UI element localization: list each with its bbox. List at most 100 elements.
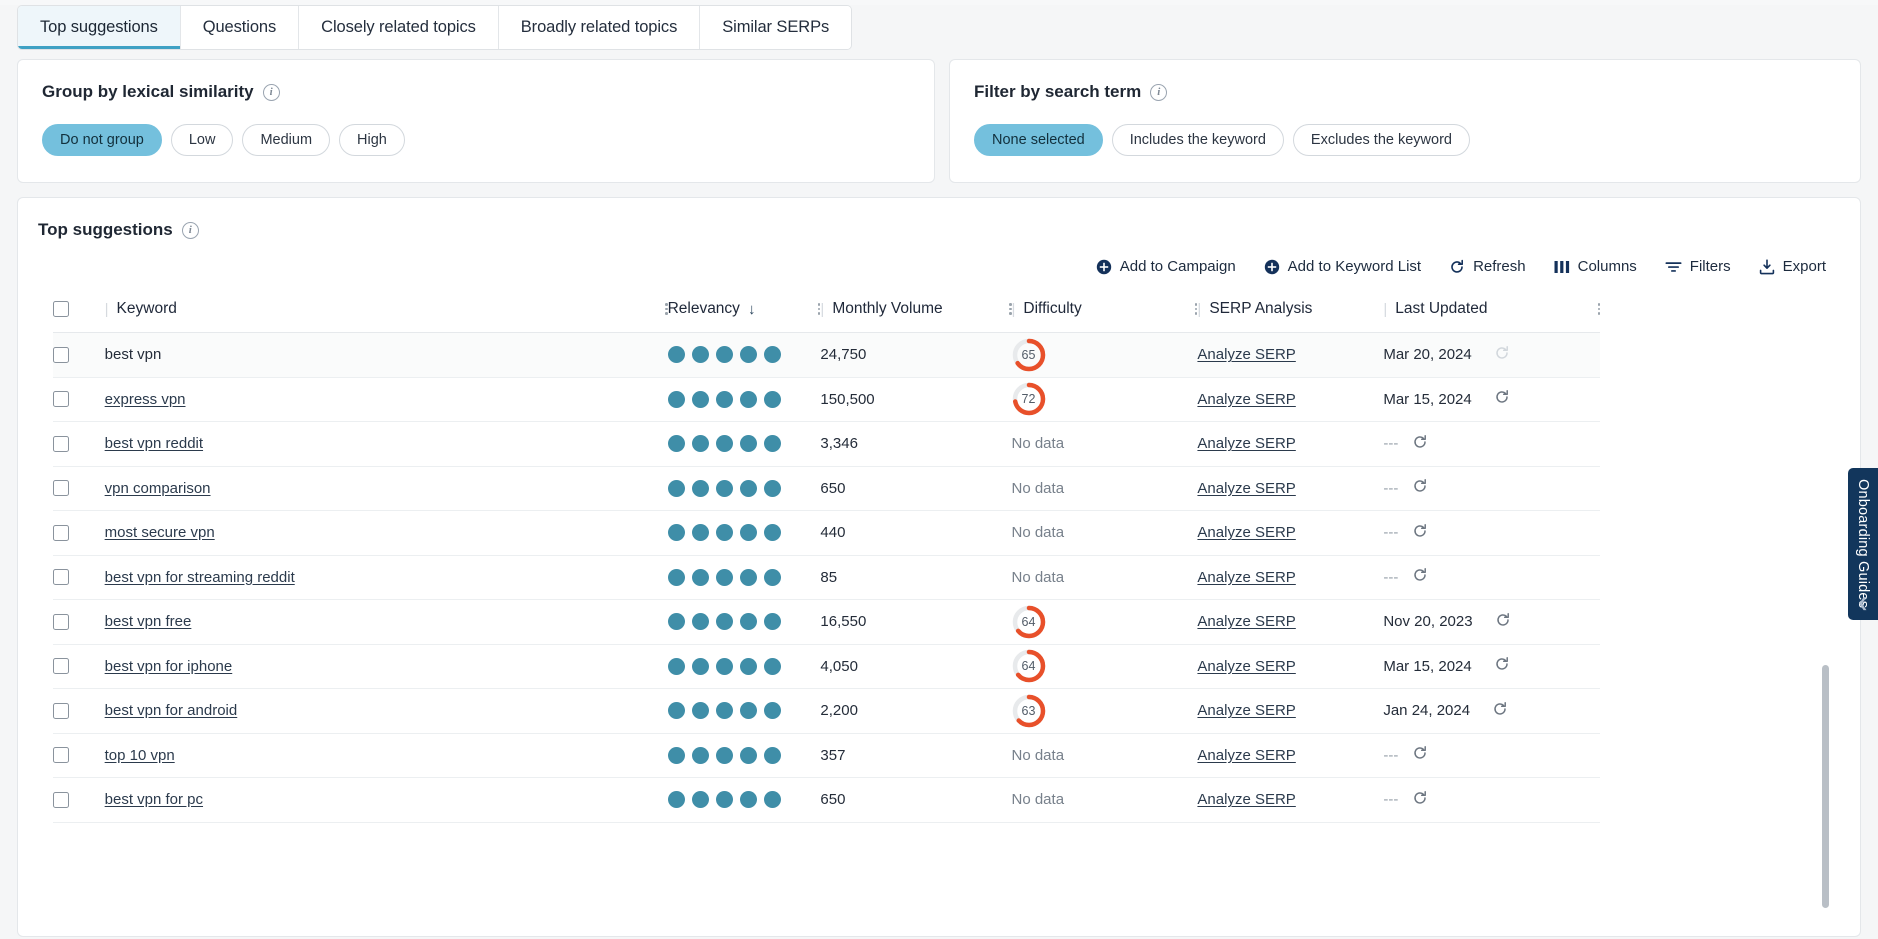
- row-refresh-icon[interactable]: [1412, 523, 1428, 543]
- table-row[interactable]: best vpn reddit 3,346 No data Analyze SERP -…: [53, 421, 1842, 467]
- column-header-serp-analysis[interactable]: | SERP Analysis: [1197, 287, 1384, 333]
- column-header-relevancy[interactable]: Relevancy ↓: [667, 287, 821, 333]
- row-checkbox[interactable]: [53, 658, 69, 675]
- keyword-link[interactable]: express vpn: [105, 391, 186, 408]
- table-scrollbar-thumb[interactable]: [1822, 665, 1829, 908]
- row-refresh-icon[interactable]: [1492, 701, 1508, 721]
- toolbar-filters-button[interactable]: Filters: [1665, 258, 1731, 275]
- row-refresh-icon[interactable]: [1494, 345, 1510, 365]
- table-row[interactable]: most secure vpn 440 No data Analyze SERP ---: [53, 510, 1842, 556]
- row-checkbox[interactable]: [53, 613, 69, 630]
- analyze-serp-link[interactable]: Analyze SERP: [1197, 569, 1295, 586]
- relevancy-dot: [763, 435, 781, 453]
- keyword-link[interactable]: best vpn reddit: [105, 435, 203, 452]
- pill-excludes-the-keyword[interactable]: Excludes the keyword: [1292, 124, 1470, 156]
- keyword-link[interactable]: best vpn for streaming reddit: [105, 569, 295, 586]
- relevancy-dot: [691, 524, 709, 542]
- onboarding-guides-tab[interactable]: Onboarding Guides ❮: [1848, 468, 1878, 620]
- analyze-serp-link[interactable]: Analyze SERP: [1197, 791, 1295, 808]
- keyword-link[interactable]: best vpn for android: [105, 702, 238, 719]
- pill-low[interactable]: Low: [170, 124, 234, 156]
- row-select-cell: [53, 733, 105, 778]
- tab-similar-serps[interactable]: Similar SERPs: [700, 6, 852, 49]
- last-updated-cell: Jan 24, 2024: [1383, 688, 1601, 734]
- analyze-serp-link[interactable]: Analyze SERP: [1197, 346, 1295, 363]
- analyze-serp-link[interactable]: Analyze SERP: [1197, 524, 1295, 541]
- relevancy-dot: [715, 524, 733, 542]
- analyze-serp-link[interactable]: Analyze SERP: [1197, 435, 1295, 452]
- row-checkbox[interactable]: [53, 569, 69, 586]
- table-row[interactable]: best vpn free 16,550 64 Analyze SERP Nov 20,…: [53, 599, 1842, 645]
- analyze-serp-link[interactable]: Analyze SERP: [1197, 702, 1295, 719]
- column-header-last-updated[interactable]: | Last Updated: [1383, 287, 1601, 333]
- info-icon[interactable]: i: [262, 83, 280, 101]
- row-checkbox[interactable]: [53, 702, 69, 719]
- sort-descending-icon[interactable]: ↓: [748, 301, 756, 318]
- keyword-link[interactable]: most secure vpn: [105, 524, 215, 541]
- select-all-checkbox[interactable]: [53, 301, 69, 317]
- keyword-link[interactable]: top 10 vpn: [105, 747, 175, 764]
- row-refresh-icon[interactable]: [1494, 389, 1510, 409]
- tab-broadly-related-topics[interactable]: Broadly related topics: [498, 6, 701, 49]
- keyword-link[interactable]: vpn comparison: [105, 480, 211, 497]
- table-row[interactable]: top 10 vpn 357 No data Analyze SERP ---: [53, 733, 1842, 778]
- row-refresh-icon[interactable]: [1412, 478, 1428, 498]
- table-row[interactable]: express vpn 150,500 72 Analyze SERP Mar 15, …: [53, 377, 1842, 422]
- keyword-link[interactable]: best vpn for pc: [105, 791, 203, 808]
- analyze-serp-link[interactable]: Analyze SERP: [1197, 480, 1295, 497]
- row-refresh-icon[interactable]: [1412, 567, 1428, 587]
- relevancy-dot: [691, 435, 709, 453]
- row-checkbox[interactable]: [53, 435, 69, 452]
- table-row[interactable]: vpn comparison 650 No data Analyze SERP ---: [53, 466, 1842, 511]
- column-header-difficulty[interactable]: | Difficulty: [1011, 287, 1198, 333]
- page-title-text: Top suggestions: [38, 220, 173, 239]
- row-refresh-icon[interactable]: [1412, 434, 1428, 454]
- row-checkbox[interactable]: [53, 524, 69, 541]
- pill-do-not-group[interactable]: Do not group: [42, 124, 162, 156]
- keyword-link[interactable]: best vpn free: [105, 613, 192, 630]
- tab-closely-related-topics[interactable]: Closely related topics: [299, 6, 499, 49]
- toolbar-export-button[interactable]: Export: [1759, 258, 1826, 275]
- tab-questions[interactable]: Questions: [180, 6, 300, 49]
- toolbar-button-label: Columns: [1577, 258, 1637, 275]
- row-refresh-icon[interactable]: [1494, 656, 1510, 676]
- column-header-monthly-volume[interactable]: | Monthly Volume: [820, 287, 1012, 333]
- row-refresh-icon[interactable]: [1412, 745, 1428, 765]
- relevancy-dot: [739, 791, 757, 809]
- monthly-volume-value: 650: [820, 791, 846, 809]
- tab-label: Questions: [202, 18, 277, 36]
- toolbar-add-to-campaign-button[interactable]: Add to Campaign: [1096, 258, 1236, 275]
- table-row[interactable]: best vpn for pc 650 No data Analyze SERP ---: [53, 777, 1842, 823]
- row-refresh-icon[interactable]: [1412, 790, 1428, 810]
- column-menu-icon[interactable]: [1597, 303, 1601, 315]
- info-icon[interactable]: i: [1150, 83, 1168, 101]
- row-checkbox[interactable]: [53, 480, 69, 497]
- relevancy-dot: [763, 479, 781, 497]
- toolbar-button-label: Add to Keyword List: [1287, 258, 1422, 275]
- toolbar-refresh-button[interactable]: Refresh: [1449, 258, 1526, 275]
- analyze-serp-link[interactable]: Analyze SERP: [1197, 658, 1295, 675]
- table-row[interactable]: best vpn for android 2,200 63 Analyze SERP J…: [53, 688, 1842, 734]
- analyze-serp-link[interactable]: Analyze SERP: [1197, 391, 1295, 408]
- row-refresh-icon[interactable]: [1495, 612, 1511, 632]
- info-icon[interactable]: i: [181, 221, 199, 239]
- row-checkbox[interactable]: [53, 391, 69, 408]
- pill-high[interactable]: High: [339, 124, 405, 156]
- tab-top-suggestions[interactable]: Top suggestions: [18, 6, 181, 49]
- analyze-serp-link[interactable]: Analyze SERP: [1197, 747, 1295, 764]
- toolbar-columns-button[interactable]: Columns: [1554, 258, 1637, 275]
- toolbar-add-to-keyword-list-button[interactable]: Add to Keyword List: [1264, 258, 1421, 275]
- row-checkbox[interactable]: [53, 346, 69, 363]
- pill-medium[interactable]: Medium: [242, 124, 331, 156]
- column-header-keyword[interactable]: | Keyword: [104, 287, 668, 333]
- pill-includes-the-keyword[interactable]: Includes the keyword: [1111, 124, 1284, 156]
- keyword-link[interactable]: best vpn for iphone: [105, 658, 233, 675]
- table-row[interactable]: best vpn for iphone 4,050 64 Analyze SERP Ma…: [53, 644, 1842, 689]
- table-row[interactable]: best vpn for streaming reddit 85 No data An…: [53, 555, 1842, 600]
- table-row[interactable]: best vpn 24,750 65 Analyze SERP Mar 20, 2024: [53, 332, 1842, 378]
- analyze-serp-link[interactable]: Analyze SERP: [1197, 613, 1295, 630]
- row-checkbox[interactable]: [53, 791, 69, 808]
- monthly-volume-cell: 3,346: [820, 421, 1012, 467]
- row-checkbox[interactable]: [53, 747, 69, 764]
- pill-none-selected[interactable]: None selected: [974, 124, 1103, 156]
